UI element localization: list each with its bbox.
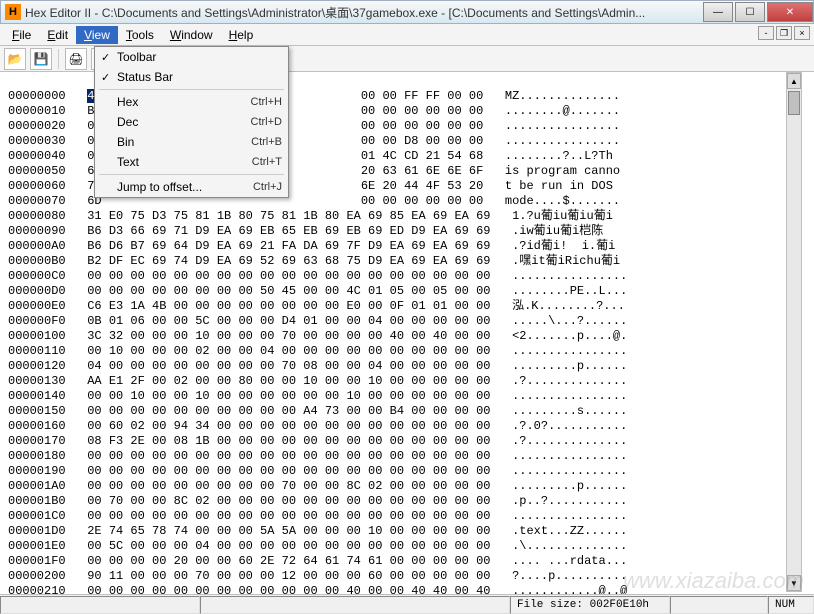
check-icon: ✓ <box>101 51 117 64</box>
hex-row: 000001B0 00 70 00 00 8C 02 00 00 00 00 0… <box>8 494 627 508</box>
dd-dec[interactable]: DecCtrl+D <box>95 112 288 132</box>
scroll-thumb[interactable] <box>788 91 800 115</box>
hex-row: 000000E0 C6 E3 1A 4B 00 00 00 00 00 00 0… <box>8 299 625 313</box>
status-cell <box>200 596 510 614</box>
scroll-down-icon[interactable]: ▼ <box>787 575 801 591</box>
hex-row: 00000140 00 00 10 00 00 10 00 00 00 00 0… <box>8 389 627 403</box>
hex-row: 000001D0 2E 74 65 78 74 00 00 00 5A 5A 0… <box>8 524 627 538</box>
status-cell <box>670 596 768 614</box>
hex-row: 000001E0 00 5C 00 00 00 04 00 00 00 00 0… <box>8 539 627 553</box>
close-button[interactable]: ✕ <box>767 2 813 22</box>
status-bar: File size: 002F0E10h NUM <box>0 594 814 614</box>
dd-text[interactable]: TextCtrl+T <box>95 152 288 172</box>
hex-row: 000000A0 B6 D6 B7 69 64 D9 EA 69 21 FA D… <box>8 239 615 253</box>
hex-row: 00000160 00 60 02 00 94 34 00 00 00 00 0… <box>8 419 627 433</box>
save-icon[interactable]: 💾 <box>30 48 52 70</box>
dropdown-separator <box>99 89 284 90</box>
vertical-scrollbar[interactable]: ▲ ▼ <box>786 72 802 592</box>
hex-row: 000000F0 0B 01 06 00 00 5C 00 00 00 D4 0… <box>8 314 627 328</box>
scroll-up-icon[interactable]: ▲ <box>787 73 801 89</box>
hex-row: 00000210 00 00 00 00 00 00 00 00 00 00 0… <box>8 584 627 594</box>
title-bar: H Hex Editor II - C:\Documents and Setti… <box>0 0 814 24</box>
status-num: NUM <box>768 596 814 614</box>
maximize-button[interactable]: ☐ <box>735 2 765 22</box>
check-icon: ✓ <box>101 71 117 84</box>
hex-row: 00000120 04 00 00 00 00 00 00 00 00 70 0… <box>8 359 627 373</box>
hex-row: 00000180 00 00 00 00 00 00 00 00 00 00 0… <box>8 449 627 463</box>
status-cell <box>0 596 200 614</box>
hex-row: 00000200 90 11 00 00 00 70 00 00 00 12 0… <box>8 569 627 583</box>
view-dropdown: ✓Toolbar ✓Status Bar HexCtrl+H DecCtrl+D… <box>94 46 289 198</box>
hex-row: 00000110 00 10 00 00 00 02 00 00 04 00 0… <box>8 344 627 358</box>
minimize-button[interactable]: — <box>703 2 733 22</box>
open-icon[interactable]: 📂 <box>4 48 26 70</box>
mdi-close[interactable]: × <box>794 26 810 40</box>
hex-row: 000000C0 00 00 00 00 00 00 00 00 00 00 0… <box>8 269 627 283</box>
hex-row: 000000D0 00 00 00 00 00 00 00 00 50 45 0… <box>8 284 627 298</box>
dd-toolbar[interactable]: ✓Toolbar <box>95 47 288 67</box>
dropdown-separator <box>99 174 284 175</box>
hex-row: 000001A0 00 00 00 00 00 00 00 00 00 70 0… <box>8 479 627 493</box>
print-icon[interactable]: 🖨 <box>65 48 87 70</box>
menu-view[interactable]: View <box>76 26 118 44</box>
app-icon: H <box>5 4 21 20</box>
hex-row: 00000150 00 00 00 00 00 00 00 00 00 00 A… <box>8 404 627 418</box>
hex-row: 00000170 08 F3 2E 00 08 1B 00 00 00 00 0… <box>8 434 627 448</box>
window-title: Hex Editor II - C:\Documents and Setting… <box>25 4 701 21</box>
toolbar-divider <box>58 49 59 69</box>
hex-row: 00000130 AA E1 2F 00 02 00 00 80 00 00 1… <box>8 374 627 388</box>
dd-statusbar[interactable]: ✓Status Bar <box>95 67 288 87</box>
status-filesize: File size: 002F0E10h <box>510 596 670 614</box>
mdi-restore[interactable]: ❐ <box>776 26 792 40</box>
hex-row: 000000B0 B2 DF EC 69 74 D9 EA 69 52 69 6… <box>8 254 620 268</box>
menu-help[interactable]: Help <box>221 26 262 44</box>
hex-row: 000001C0 00 00 00 00 00 00 00 00 00 00 0… <box>8 509 627 523</box>
hex-row: 00000080 31 E0 75 D3 75 81 1B 80 75 81 1… <box>8 209 613 223</box>
hex-row: 000001F0 00 00 00 00 20 00 00 60 2E 72 6… <box>8 554 627 568</box>
hex-row: 00000190 00 00 00 00 00 00 00 00 00 00 0… <box>8 464 627 478</box>
mdi-minimize[interactable]: - <box>758 26 774 40</box>
hex-row: 00000100 3C 32 00 00 00 10 00 00 00 70 0… <box>8 329 627 343</box>
dd-jump[interactable]: Jump to offset...Ctrl+J <box>95 177 288 197</box>
menu-tools[interactable]: Tools <box>118 26 162 44</box>
menu-bar: File Edit View Tools Window Help - ❐ × <box>0 24 814 46</box>
menu-window[interactable]: Window <box>162 26 221 44</box>
hex-row: 00000090 B6 D3 66 69 71 D9 EA 69 EB 65 E… <box>8 224 603 238</box>
menu-file[interactable]: File <box>4 26 39 44</box>
dd-hex[interactable]: HexCtrl+H <box>95 92 288 112</box>
menu-edit[interactable]: Edit <box>39 26 76 44</box>
dd-bin[interactable]: BinCtrl+B <box>95 132 288 152</box>
